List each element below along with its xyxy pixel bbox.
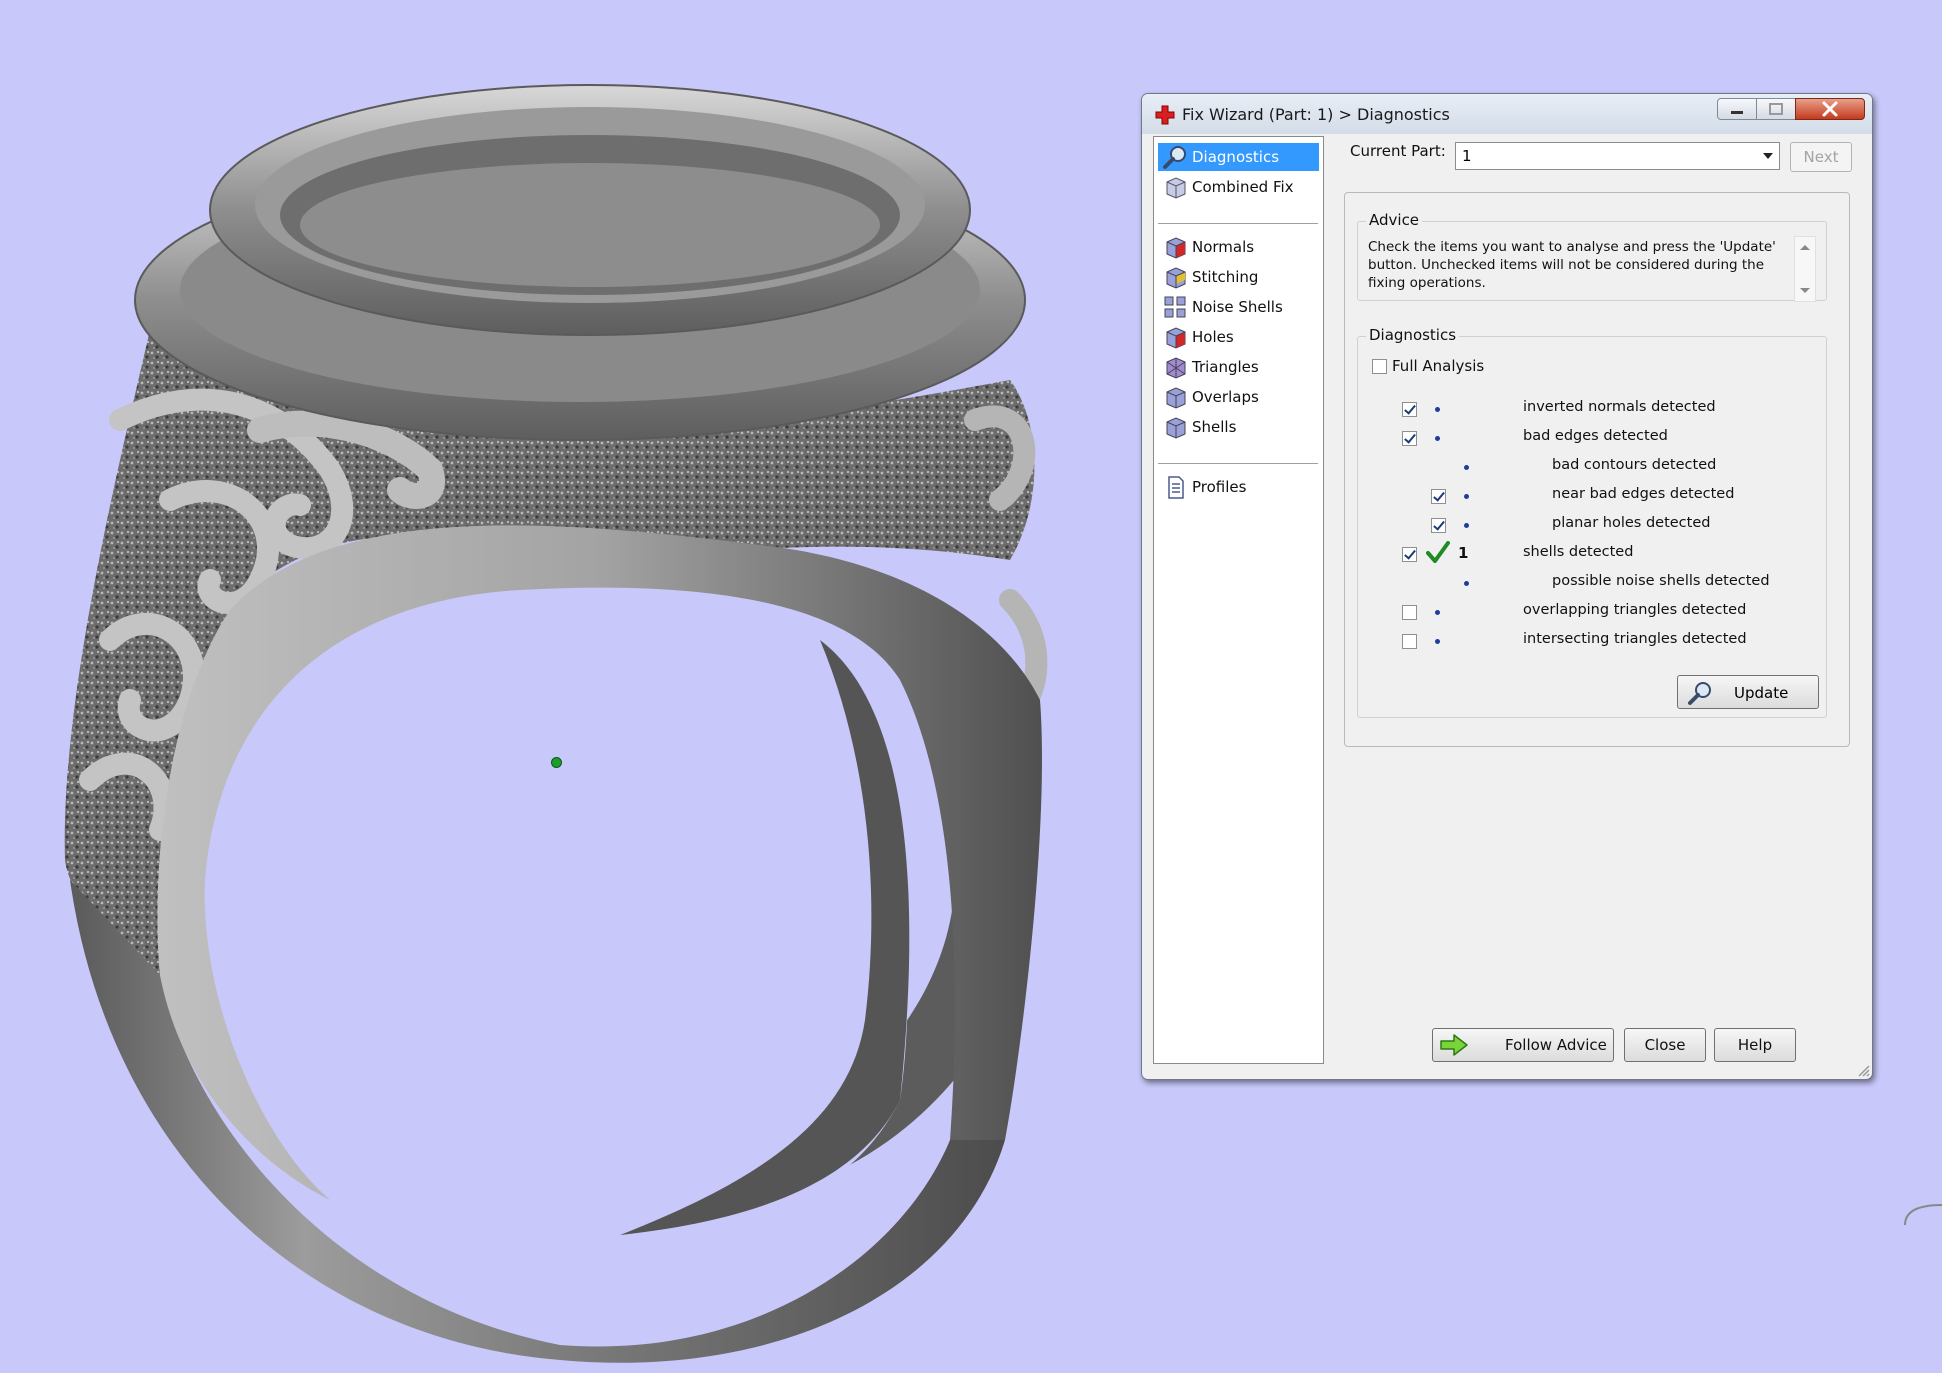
nav-item-noise-shells[interactable]: Noise Shells [1158, 293, 1319, 321]
advice-text: Check the items you want to analyse and … [1368, 239, 1776, 291]
nav-item-combined-fix[interactable]: Combined Fix [1158, 173, 1319, 201]
wizard-nav-list: Diagnostics Combined Fix Normals Stitchi… [1153, 136, 1324, 1064]
advice-scrollbar[interactable] [1794, 236, 1816, 302]
nav-item-normals[interactable]: Normals [1158, 233, 1319, 261]
fix-wizard-dialog: Fix Wizard (Part: 1) > Diagnostics Diagn… [1141, 93, 1873, 1080]
magnifier-icon [1163, 146, 1186, 169]
nav-item-diagnostics[interactable]: Diagnostics [1158, 143, 1319, 171]
current-part-value: 1 [1462, 147, 1472, 165]
red-cross-icon [1155, 105, 1175, 125]
nav-item-label: Stitching [1192, 268, 1259, 286]
nav-item-label: Shells [1192, 418, 1237, 436]
current-part-label: Current Part: [1350, 142, 1446, 160]
bad-edges-checkbox[interactable] [1402, 431, 1417, 446]
diagnostics-group: Diagnostics Full Analysis inverted norma… [1357, 326, 1827, 718]
near-bad-edges-checkbox[interactable] [1431, 489, 1446, 504]
nav-item-label: Overlaps [1192, 388, 1259, 406]
nav-item-stitching[interactable]: Stitching [1158, 263, 1319, 291]
status-dot-icon [1435, 407, 1440, 412]
status-dot-icon [1464, 523, 1469, 528]
stitching-cube-icon [1166, 267, 1186, 289]
document-icon [1168, 476, 1184, 499]
green-check-icon [1426, 541, 1450, 563]
close-icon [1822, 101, 1838, 117]
status-dot-icon [1435, 610, 1440, 615]
nav-item-label: Profiles [1192, 478, 1247, 496]
diag-row-label: inverted normals detected [1523, 399, 1716, 415]
triangles-cube-icon [1166, 357, 1186, 379]
nav-separator [1158, 223, 1318, 225]
nav-item-label: Noise Shells [1192, 298, 1283, 316]
update-button[interactable]: Update [1677, 675, 1819, 709]
viewport-edge-arrow [1904, 1204, 1942, 1226]
dialog-title-bar[interactable]: Fix Wizard (Part: 1) > Diagnostics [1142, 94, 1872, 134]
nav-item-profiles[interactable]: Profiles [1158, 473, 1319, 501]
nav-item-label: Triangles [1192, 358, 1259, 376]
diag-row-label: shells detected [1523, 544, 1634, 560]
noise-shells-icon [1164, 296, 1186, 318]
shells-cube-icon [1166, 417, 1186, 439]
diag-row-label: planar holes detected [1552, 515, 1711, 531]
nav-item-overlaps[interactable]: Overlaps [1158, 383, 1319, 411]
follow-advice-label: Follow Advice [1505, 1036, 1607, 1054]
diag-row-label: bad contours detected [1552, 457, 1717, 473]
maximize-button[interactable] [1756, 98, 1796, 120]
maximize-icon [1769, 103, 1783, 115]
magnifier-icon [1688, 682, 1711, 705]
full-analysis-label: Full Analysis [1392, 357, 1485, 375]
ring-bezel-seat-inner [300, 163, 880, 287]
diag-row-label: overlapping triangles detected [1523, 602, 1747, 618]
status-dot-icon [1435, 436, 1440, 441]
next-button[interactable]: Next [1790, 142, 1852, 172]
shells-checkbox[interactable] [1402, 547, 1417, 562]
scroll-up-icon[interactable] [1800, 245, 1810, 250]
chevron-down-icon [1763, 153, 1773, 159]
overlapping-triangles-checkbox[interactable] [1402, 605, 1417, 620]
close-window-button[interactable] [1795, 98, 1865, 120]
nav-item-label: Combined Fix [1192, 178, 1294, 196]
dialog-title: Fix Wizard (Part: 1) > Diagnostics [1182, 105, 1450, 124]
scroll-down-icon[interactable] [1800, 288, 1810, 293]
wizard-main-panel: Advice Check the items you want to analy… [1344, 192, 1850, 747]
shell-count: 1 [1458, 544, 1469, 562]
green-arrow-icon [1440, 1034, 1468, 1056]
holes-cube-icon [1166, 327, 1186, 349]
nav-item-label: Normals [1192, 238, 1255, 256]
advice-group: Advice Check the items you want to analy… [1357, 211, 1827, 302]
status-dot-icon [1464, 581, 1469, 586]
nav-separator [1158, 463, 1318, 465]
nav-item-shells[interactable]: Shells [1158, 413, 1319, 441]
diag-row-label: bad edges detected [1523, 428, 1668, 444]
pivot-point-marker [551, 757, 562, 768]
dialog-client-area: Diagnostics Combined Fix Normals Stitchi… [1150, 136, 1864, 1071]
follow-advice-button[interactable]: Follow Advice [1432, 1028, 1614, 1062]
current-part-select[interactable]: 1 [1455, 142, 1780, 170]
update-button-label: Update [1734, 684, 1789, 702]
diag-row-label: possible noise shells detected [1552, 573, 1770, 589]
intersecting-triangles-checkbox[interactable] [1402, 634, 1417, 649]
status-dot-icon [1435, 639, 1440, 644]
resize-grip-icon[interactable] [1856, 1063, 1870, 1077]
help-button[interactable]: Help [1714, 1028, 1796, 1062]
close-button[interactable]: Close [1624, 1028, 1706, 1062]
overlaps-cube-icon [1166, 387, 1186, 409]
cube-icon [1166, 177, 1186, 199]
minimize-icon [1731, 111, 1743, 114]
minimize-button[interactable] [1717, 98, 1757, 120]
status-dot-icon [1464, 465, 1469, 470]
nav-item-label: Diagnostics [1192, 148, 1280, 166]
status-dot-icon [1464, 494, 1469, 499]
diag-row-label: near bad edges detected [1552, 486, 1735, 502]
diagnostics-group-title: Diagnostics [1366, 326, 1460, 344]
diag-row-label: intersecting triangles detected [1523, 631, 1747, 647]
advice-group-title: Advice [1366, 211, 1423, 229]
normals-cube-icon [1166, 237, 1186, 259]
full-analysis-checkbox[interactable] [1372, 359, 1387, 374]
nav-item-triangles[interactable]: Triangles [1158, 353, 1319, 381]
nav-item-holes[interactable]: Holes [1158, 323, 1319, 351]
planar-holes-checkbox[interactable] [1431, 518, 1446, 533]
inverted-normals-checkbox[interactable] [1402, 402, 1417, 417]
nav-item-label: Holes [1192, 328, 1234, 346]
